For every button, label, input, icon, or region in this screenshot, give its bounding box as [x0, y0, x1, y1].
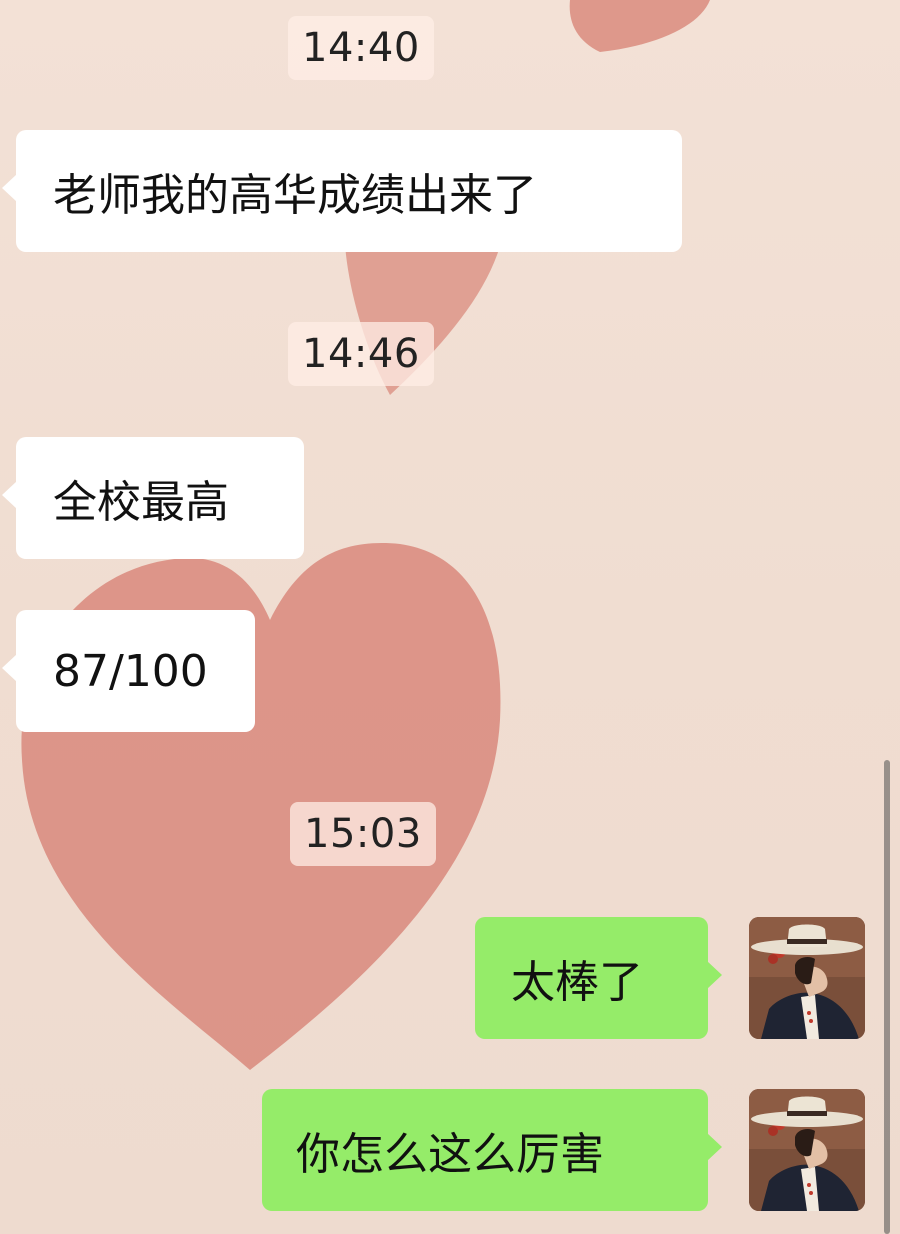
- avatar[interactable]: [749, 917, 865, 1039]
- avatar-woman-in-hat-icon: [749, 1089, 865, 1211]
- outgoing-message-bubble[interactable]: 你怎么这么厉害: [262, 1089, 722, 1211]
- message-text: 老师我的高华成绩出来了: [53, 170, 537, 221]
- incoming-message-bubble[interactable]: 老师我的高华成绩出来了: [2, 130, 682, 252]
- outgoing-message-bubble[interactable]: 太棒了: [475, 917, 722, 1039]
- message-text: 你怎么这么厉害: [296, 1129, 604, 1180]
- scrollbar[interactable]: [884, 760, 890, 1234]
- timestamp: 14:40: [288, 16, 434, 80]
- avatar-woman-in-hat-icon: [749, 917, 865, 1039]
- message-text: 全校最高: [53, 477, 229, 528]
- avatar[interactable]: [749, 1089, 865, 1211]
- incoming-message-bubble[interactable]: 87/100: [2, 610, 255, 732]
- timestamp: 14:46: [288, 322, 434, 386]
- incoming-message-bubble[interactable]: 全校最高: [2, 437, 304, 559]
- timestamp: 15:03: [290, 802, 436, 866]
- message-text: 87/100: [53, 645, 208, 697]
- background-heart-top: [569, 0, 710, 52]
- message-text: 太棒了: [511, 957, 643, 1008]
